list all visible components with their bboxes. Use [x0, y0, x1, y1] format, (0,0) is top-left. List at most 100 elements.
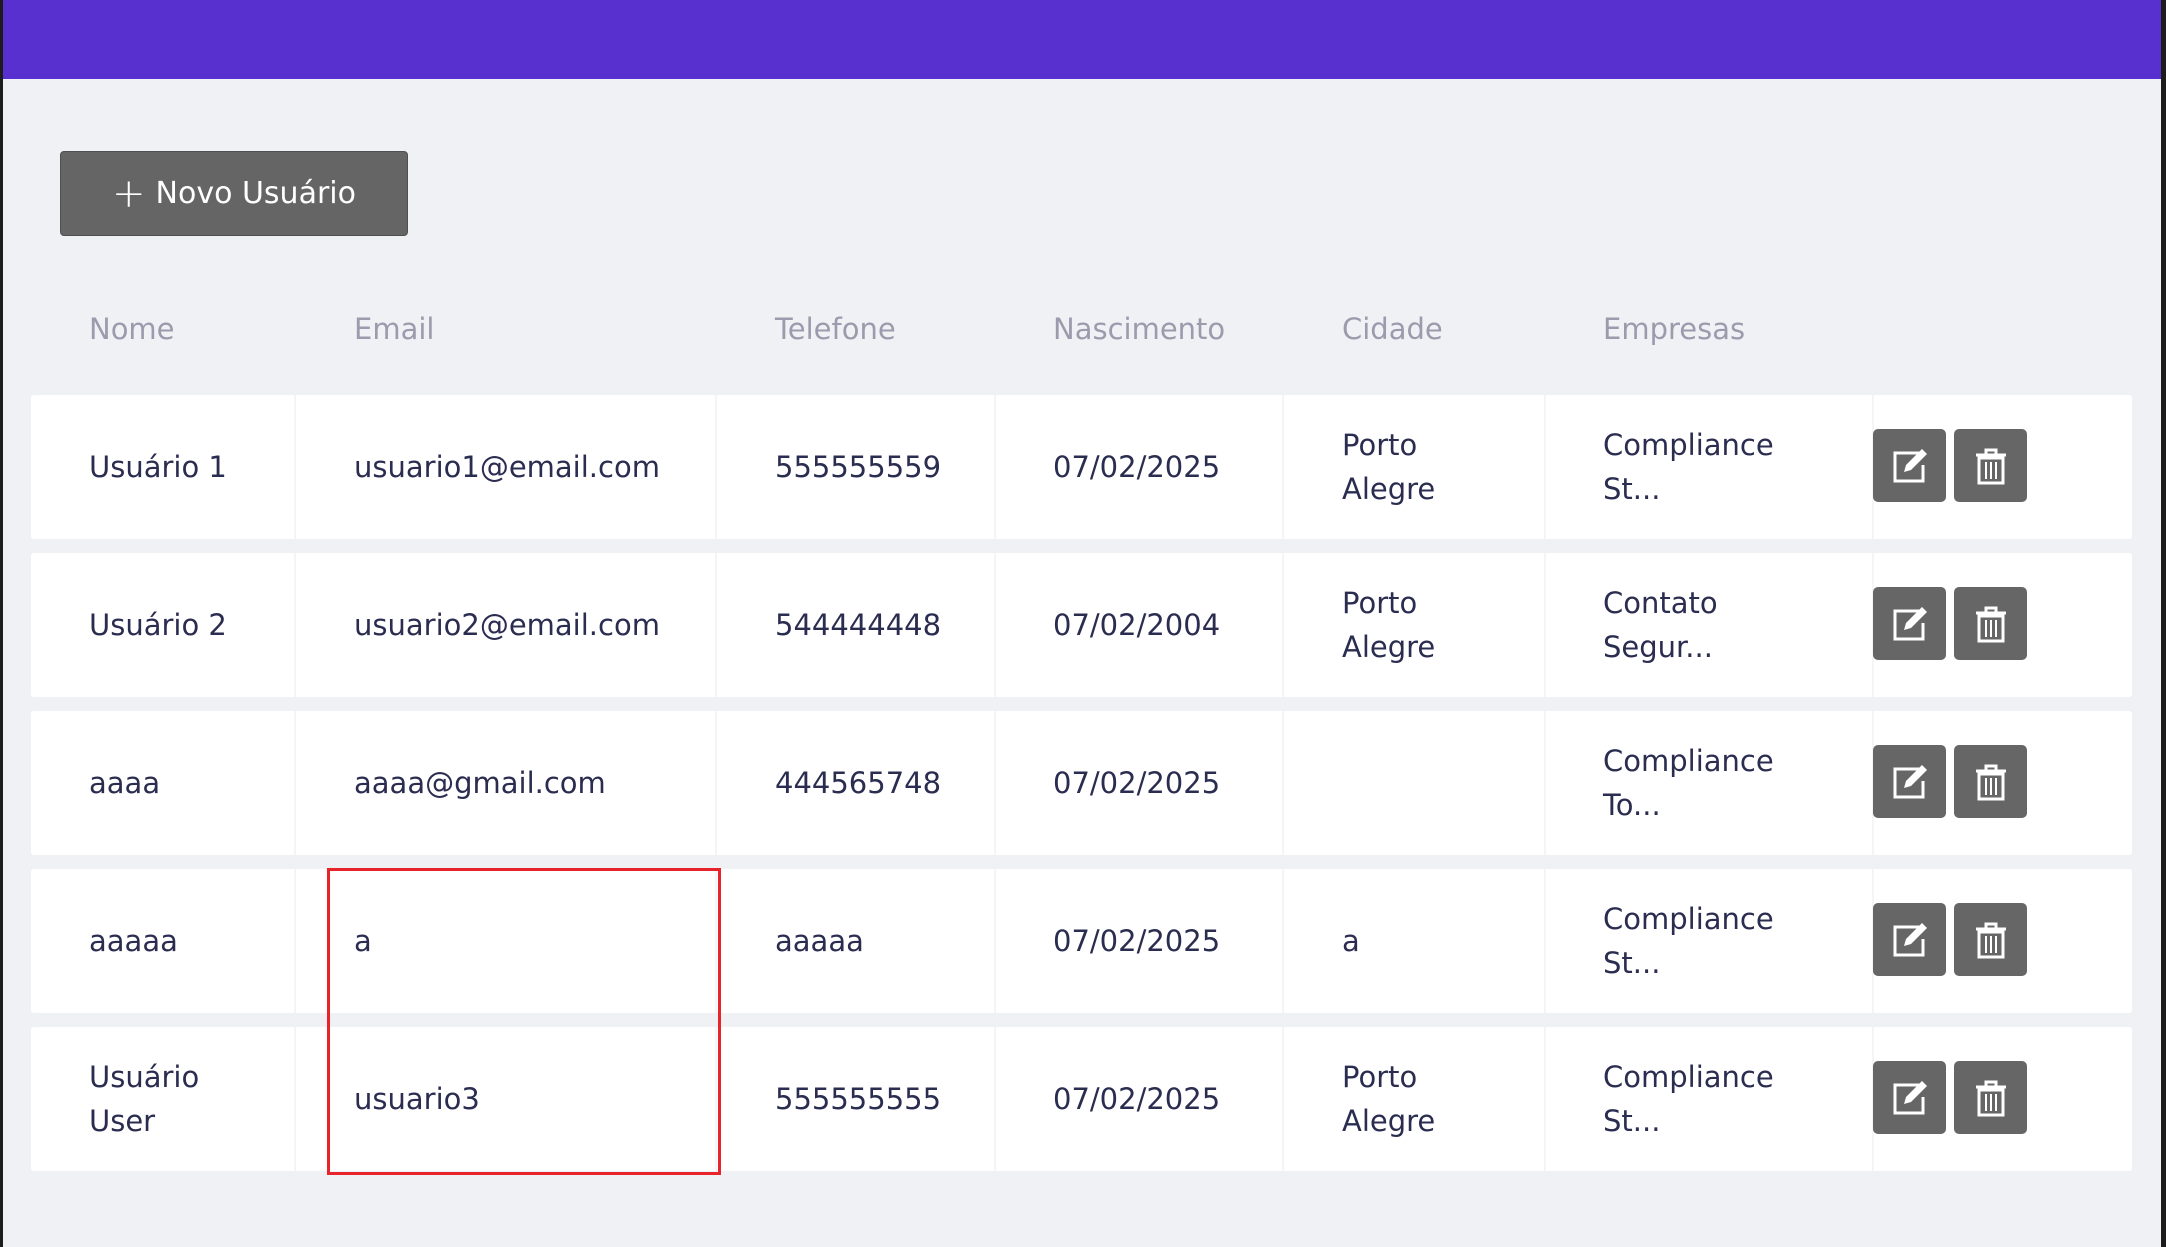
edit-icon	[1893, 922, 1927, 956]
edit-icon	[1893, 448, 1927, 482]
column-header-empresas: Empresas	[1603, 312, 1746, 346]
cell-cidade: Porto Alegre	[1342, 581, 1552, 669]
edit-button[interactable]	[1873, 1061, 1946, 1134]
column-divider	[1544, 711, 1546, 855]
column-divider	[715, 711, 717, 855]
edit-button[interactable]	[1873, 745, 1946, 818]
column-divider	[1282, 1027, 1284, 1171]
cell-empresas-line1: Compliance	[1603, 902, 1774, 936]
column-divider	[994, 711, 996, 855]
edit-button[interactable]	[1873, 429, 1946, 502]
delete-button[interactable]	[1954, 903, 2027, 976]
cell-cidade-line1: a	[1342, 924, 1360, 958]
window-right-border	[2161, 0, 2166, 1247]
plus-icon: +	[112, 170, 146, 217]
trash-icon	[1975, 922, 2006, 958]
edit-icon	[1893, 606, 1927, 640]
column-divider	[1282, 869, 1284, 1013]
cell-nascimento: 07/02/2004	[1053, 608, 1221, 642]
column-divider	[294, 553, 296, 697]
new-user-button[interactable]: + Novo Usuário	[60, 151, 408, 236]
cell-nascimento: 07/02/2025	[1053, 766, 1221, 800]
column-divider	[994, 395, 996, 539]
column-divider	[294, 869, 296, 1013]
cell-empresas-line1: Compliance	[1603, 1060, 1774, 1094]
cell-cidade-line2: Alegre	[1342, 1104, 1436, 1138]
column-divider	[1282, 553, 1284, 697]
table-row[interactable]: Usuário User usuario3 555555555 07/02/202…	[31, 1027, 2132, 1171]
cell-email: usuario1@email.com	[354, 450, 660, 484]
cell-nome: aaaa	[89, 766, 161, 800]
column-header-cidade: Cidade	[1342, 312, 1443, 346]
cell-empresas-line2: St...	[1603, 472, 1661, 506]
cell-telefone: 555555555	[775, 1082, 942, 1116]
column-divider	[994, 869, 996, 1013]
table-header: Nome Email Telefone Nascimento Cidade Em…	[31, 300, 2132, 360]
column-divider	[715, 869, 717, 1013]
cell-empresas-line1: Contato	[1603, 586, 1718, 620]
column-header-email: Email	[354, 312, 435, 346]
cell-empresas-line2: St...	[1603, 1104, 1661, 1138]
cell-telefone: 444565748	[775, 766, 942, 800]
cell-telefone: 555555559	[775, 450, 942, 484]
cell-empresas: Compliance St...	[1603, 423, 1843, 511]
cell-email: a	[354, 924, 372, 958]
cell-cidade-line1: Porto	[1342, 586, 1418, 620]
cell-cidade: a	[1342, 919, 1552, 963]
cell-empresas: Compliance To...	[1603, 739, 1843, 827]
column-divider	[994, 1027, 996, 1171]
column-divider	[994, 553, 996, 697]
trash-icon	[1975, 764, 2006, 800]
table-row[interactable]: Usuário 2 usuario2@email.com 544444448 0…	[31, 553, 2132, 697]
column-header-nascimento: Nascimento	[1053, 312, 1226, 346]
cell-nome-line2: User	[89, 1104, 156, 1138]
cell-cidade-line2: Alegre	[1342, 472, 1436, 506]
cell-email: usuario2@email.com	[354, 608, 660, 642]
cell-empresas: Compliance St...	[1603, 897, 1843, 985]
column-header-telefone: Telefone	[775, 312, 896, 346]
edit-icon	[1893, 1080, 1927, 1114]
cell-cidade: Porto Alegre	[1342, 1055, 1552, 1143]
cell-nascimento: 07/02/2025	[1053, 924, 1221, 958]
cell-empresas: Compliance St...	[1603, 1055, 1843, 1143]
edit-button[interactable]	[1873, 587, 1946, 660]
table-row[interactable]: aaaaa a aaaaa 07/02/2025 a Compliance St.…	[31, 869, 2132, 1013]
table-row[interactable]: Usuário 1 usuario1@email.com 555555559 0…	[31, 395, 2132, 539]
cell-empresas-line2: St...	[1603, 946, 1661, 980]
cell-nascimento: 07/02/2025	[1053, 450, 1221, 484]
cell-nome: aaaaa	[89, 924, 178, 958]
new-user-button-label: Novo Usuário	[155, 176, 356, 211]
table-row[interactable]: aaaa aaaa@gmail.com 444565748 07/02/2025…	[31, 711, 2132, 855]
trash-icon	[1975, 1080, 2006, 1116]
cell-email: aaaa@gmail.com	[354, 766, 606, 800]
cell-empresas-line1: Compliance	[1603, 744, 1774, 778]
delete-button[interactable]	[1954, 1061, 2027, 1134]
cell-nome: Usuário User	[89, 1055, 299, 1143]
column-divider	[294, 711, 296, 855]
column-divider	[715, 1027, 717, 1171]
cell-empresas-line2: Segur...	[1603, 630, 1713, 664]
trash-icon	[1975, 606, 2006, 642]
column-divider	[294, 395, 296, 539]
delete-button[interactable]	[1954, 587, 2027, 660]
column-header-nome: Nome	[89, 312, 175, 346]
cell-telefone: aaaaa	[775, 924, 864, 958]
trash-icon	[1975, 448, 2006, 484]
cell-email: usuario3	[354, 1082, 480, 1116]
top-header-bar	[0, 0, 2166, 79]
delete-button[interactable]	[1954, 429, 2027, 502]
column-divider	[1282, 395, 1284, 539]
cell-cidade-line1: Porto	[1342, 428, 1418, 462]
edit-icon	[1893, 764, 1927, 798]
column-divider	[1282, 711, 1284, 855]
delete-button[interactable]	[1954, 745, 2027, 818]
cell-nascimento: 07/02/2025	[1053, 1082, 1221, 1116]
window-left-border	[0, 0, 3, 1247]
cell-cidade-line2: Alegre	[1342, 630, 1436, 664]
edit-button[interactable]	[1873, 903, 1946, 976]
column-divider	[715, 553, 717, 697]
cell-empresas-line2: To...	[1603, 788, 1661, 822]
cell-telefone: 544444448	[775, 608, 942, 642]
cell-cidade: Porto Alegre	[1342, 423, 1552, 511]
cell-nome: Usuário 2	[89, 608, 227, 642]
